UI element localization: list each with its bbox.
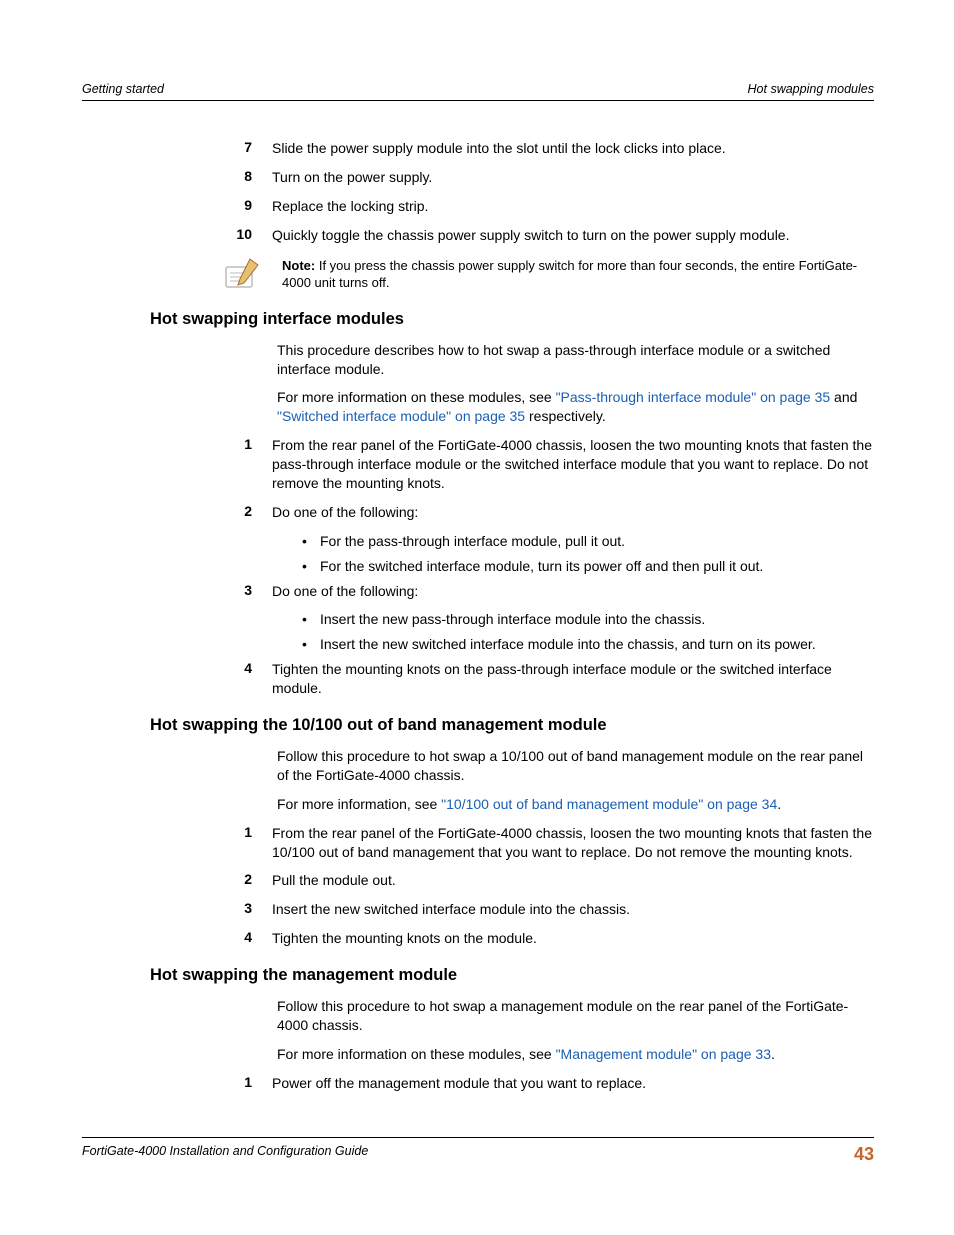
- step: 3 Do one of the following:: [82, 582, 874, 601]
- bullet-text: Insert the new pass-through interface mo…: [320, 610, 874, 629]
- xref-link[interactable]: "10/100 out of band management module" o…: [441, 796, 777, 812]
- paragraph: Follow this procedure to hot swap a mana…: [82, 997, 874, 1035]
- step-number: 8: [212, 168, 272, 187]
- paragraph: For more information, see "10/100 out of…: [82, 795, 874, 814]
- note-body: If you press the chassis power supply sw…: [282, 258, 857, 291]
- step: 2 Pull the module out.: [82, 871, 874, 890]
- page-footer: FortiGate-4000 Installation and Configur…: [82, 1137, 874, 1165]
- note-label: Note:: [282, 258, 315, 273]
- paragraph: For more information on these modules, s…: [82, 388, 874, 426]
- step: 3 Insert the new switched interface modu…: [82, 900, 874, 919]
- step-number: 10: [212, 226, 272, 245]
- step-text: From the rear panel of the FortiGate-400…: [272, 436, 874, 493]
- step-number: 7: [212, 139, 272, 158]
- bullet-icon: •: [302, 532, 320, 551]
- xref-link[interactable]: "Pass-through interface module" on page …: [556, 389, 831, 405]
- step-text: Do one of the following:: [272, 582, 874, 601]
- sub-bullet: •For the pass-through interface module, …: [82, 532, 874, 551]
- step-text: Tighten the mounting knots on the module…: [272, 929, 874, 948]
- step: 1 From the rear panel of the FortiGate-4…: [82, 436, 874, 493]
- step-number: 3: [82, 900, 272, 919]
- step: 8 Turn on the power supply.: [212, 168, 874, 187]
- step-number: 1: [82, 1074, 272, 1093]
- bullet-icon: •: [302, 635, 320, 654]
- step-text: Tighten the mounting knots on the pass-t…: [272, 660, 874, 698]
- step: 10 Quickly toggle the chassis power supp…: [212, 226, 874, 245]
- bullet-text: For the switched interface module, turn …: [320, 557, 874, 576]
- step-number: 9: [212, 197, 272, 216]
- xref-link[interactable]: "Switched interface module" on page 35: [277, 408, 525, 424]
- step-number: 1: [82, 436, 272, 493]
- step: 9 Replace the locking strip.: [212, 197, 874, 216]
- step-text: Do one of the following:: [272, 503, 874, 522]
- sub-bullet: •Insert the new pass-through interface m…: [82, 610, 874, 629]
- step-number: 4: [82, 929, 272, 948]
- step-text: Power off the management module that you…: [272, 1074, 874, 1093]
- step: 1 Power off the management module that y…: [82, 1074, 874, 1093]
- note-text: Note: If you press the chassis power sup…: [282, 257, 874, 292]
- paragraph: Follow this procedure to hot swap a 10/1…: [82, 747, 874, 785]
- running-header: Getting started Hot swapping modules: [82, 82, 874, 101]
- paragraph: For more information on these modules, s…: [82, 1045, 874, 1064]
- step: 7 Slide the power supply module into the…: [212, 139, 874, 158]
- step-text: Slide the power supply module into the s…: [272, 139, 874, 158]
- bullet-icon: •: [302, 610, 320, 629]
- section-heading: Hot swapping interface modules: [82, 310, 874, 329]
- step-number: 2: [82, 871, 272, 890]
- xref-link[interactable]: "Management module" on page 33: [556, 1046, 771, 1062]
- step: 1 From the rear panel of the FortiGate-4…: [82, 824, 874, 862]
- step-number: 1: [82, 824, 272, 862]
- note-icon: [82, 257, 282, 291]
- step: 4 Tighten the mounting knots on the modu…: [82, 929, 874, 948]
- step-text: Quickly toggle the chassis power supply …: [272, 226, 874, 245]
- step-number: 3: [82, 582, 272, 601]
- continued-steps: 7 Slide the power supply module into the…: [82, 139, 874, 245]
- section-heading: Hot swapping the management module: [82, 966, 874, 985]
- step-text: Pull the module out.: [272, 871, 874, 890]
- sub-bullet: •Insert the new switched interface modul…: [82, 635, 874, 654]
- step-number: 2: [82, 503, 272, 522]
- sub-bullet: •For the switched interface module, turn…: [82, 557, 874, 576]
- step: 2 Do one of the following:: [82, 503, 874, 522]
- header-right: Hot swapping modules: [748, 82, 874, 96]
- bullet-text: For the pass-through interface module, p…: [320, 532, 874, 551]
- page-content: Getting started Hot swapping modules 7 S…: [0, 0, 954, 1093]
- bullet-text: Insert the new switched interface module…: [320, 635, 874, 654]
- note-block: Note: If you press the chassis power sup…: [82, 257, 874, 292]
- page-number: 43: [854, 1144, 874, 1165]
- step-text: Turn on the power supply.: [272, 168, 874, 187]
- footer-title: FortiGate-4000 Installation and Configur…: [82, 1144, 368, 1165]
- bullet-icon: •: [302, 557, 320, 576]
- section-heading: Hot swapping the 10/100 out of band mana…: [82, 716, 874, 735]
- step-number: 4: [82, 660, 272, 698]
- header-left: Getting started: [82, 82, 164, 96]
- step: 4 Tighten the mounting knots on the pass…: [82, 660, 874, 698]
- step-text: Insert the new switched interface module…: [272, 900, 874, 919]
- paragraph: This procedure describes how to hot swap…: [82, 341, 874, 379]
- step-text: From the rear panel of the FortiGate-400…: [272, 824, 874, 862]
- step-text: Replace the locking strip.: [272, 197, 874, 216]
